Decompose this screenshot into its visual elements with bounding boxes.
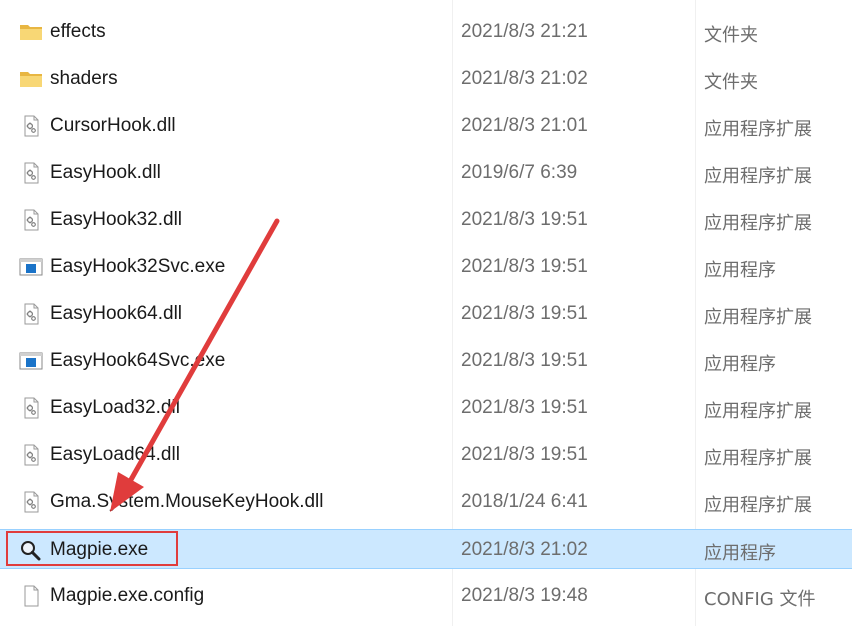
file-type: CONFIG 文件 <box>704 589 816 610</box>
file-row-effects[interactable]: effects 2021/8/3 21:21 文件夹 <box>0 12 852 52</box>
file-type: 应用程序扩展 <box>704 495 812 516</box>
exe-window-icon <box>18 350 44 372</box>
folder-icon <box>18 21 44 43</box>
dll-file-icon <box>18 397 44 419</box>
file-type: 应用程序 <box>704 260 776 281</box>
file-name: shaders <box>50 68 118 89</box>
file-date-modified: 2021/8/3 19:51 <box>461 350 588 371</box>
file-date-modified: 2021/8/3 19:51 <box>461 397 588 418</box>
blank-file-icon <box>18 585 44 607</box>
file-name: effects <box>50 21 106 42</box>
dll-file-icon <box>18 162 44 184</box>
exe-window-icon <box>18 256 44 278</box>
file-date-modified: 2021/8/3 19:51 <box>461 209 588 230</box>
file-type: 应用程序扩展 <box>704 119 812 140</box>
file-type: 文件夹 <box>704 72 758 93</box>
file-date-modified: 2021/8/3 21:02 <box>461 539 588 560</box>
file-date-modified: 2019/6/7 6:39 <box>461 162 578 183</box>
file-type: 应用程序 <box>704 354 776 375</box>
dll-file-icon <box>18 303 44 325</box>
folder-icon <box>18 68 44 90</box>
file-type: 应用程序扩展 <box>704 448 812 469</box>
file-row-easyhook-dll[interactable]: EasyHook.dll 2019/6/7 6:39 应用程序扩展 <box>0 153 852 193</box>
file-date-modified: 2021/8/3 19:48 <box>461 585 588 606</box>
file-type: 文件夹 <box>704 25 758 46</box>
dll-file-icon <box>18 209 44 231</box>
dll-file-icon <box>18 444 44 466</box>
annotation-highlight-box <box>6 531 178 566</box>
file-date-modified: 2021/8/3 21:02 <box>461 68 588 89</box>
file-date-modified: 2021/8/3 19:51 <box>461 256 588 277</box>
dll-file-icon <box>18 115 44 137</box>
file-row-mousekeyhook-dll[interactable]: Gma.System.MouseKeyHook.dll 2018/1/24 6:… <box>0 482 852 522</box>
file-type: 应用程序扩展 <box>704 166 812 187</box>
file-date-modified: 2021/8/3 21:01 <box>461 115 588 136</box>
file-row-easyhook64svc-exe[interactable]: EasyHook64Svc.exe 2021/8/3 19:51 应用程序 <box>0 341 852 381</box>
file-row-easyhook32svc-exe[interactable]: EasyHook32Svc.exe 2021/8/3 19:51 应用程序 <box>0 247 852 287</box>
file-name: Gma.System.MouseKeyHook.dll <box>50 491 324 512</box>
file-date-modified: 2021/8/3 19:51 <box>461 303 588 324</box>
file-type: 应用程序扩展 <box>704 307 812 328</box>
file-type: 应用程序 <box>704 543 776 564</box>
file-type: 应用程序扩展 <box>704 401 812 422</box>
file-name: EasyHook.dll <box>50 162 161 183</box>
file-name: EasyLoad64.dll <box>50 444 180 465</box>
dll-file-icon <box>18 491 44 513</box>
file-row-cursorhook-dll[interactable]: CursorHook.dll 2021/8/3 21:01 应用程序扩展 <box>0 106 852 146</box>
file-date-modified: 2021/8/3 21:21 <box>461 21 588 42</box>
file-name: EasyHook32.dll <box>50 209 183 230</box>
file-name: EasyHook32Svc.exe <box>50 256 226 277</box>
file-name: EasyHook64Svc.exe <box>50 350 226 371</box>
file-row-easyload32-dll[interactable]: EasyLoad32.dll 2021/8/3 19:51 应用程序扩展 <box>0 388 852 428</box>
file-name: Magpie.exe.config <box>50 585 205 606</box>
file-date-modified: 2018/1/24 6:41 <box>461 491 588 512</box>
file-name: CursorHook.dll <box>50 115 176 136</box>
file-name: EasyLoad32.dll <box>50 397 180 418</box>
file-name: EasyHook64.dll <box>50 303 183 324</box>
file-type: 应用程序扩展 <box>704 213 812 234</box>
file-row-magpie-exe-config[interactable]: Magpie.exe.config 2021/8/3 19:48 CONFIG … <box>0 576 852 616</box>
file-date-modified: 2021/8/3 19:51 <box>461 444 588 465</box>
file-row-easyhook64-dll[interactable]: EasyHook64.dll 2021/8/3 19:51 应用程序扩展 <box>0 294 852 334</box>
file-row-shaders[interactable]: shaders 2021/8/3 21:02 文件夹 <box>0 59 852 99</box>
file-row-easyhook32-dll[interactable]: EasyHook32.dll 2021/8/3 19:51 应用程序扩展 <box>0 200 852 240</box>
file-row-easyload64-dll[interactable]: EasyLoad64.dll 2021/8/3 19:51 应用程序扩展 <box>0 435 852 475</box>
